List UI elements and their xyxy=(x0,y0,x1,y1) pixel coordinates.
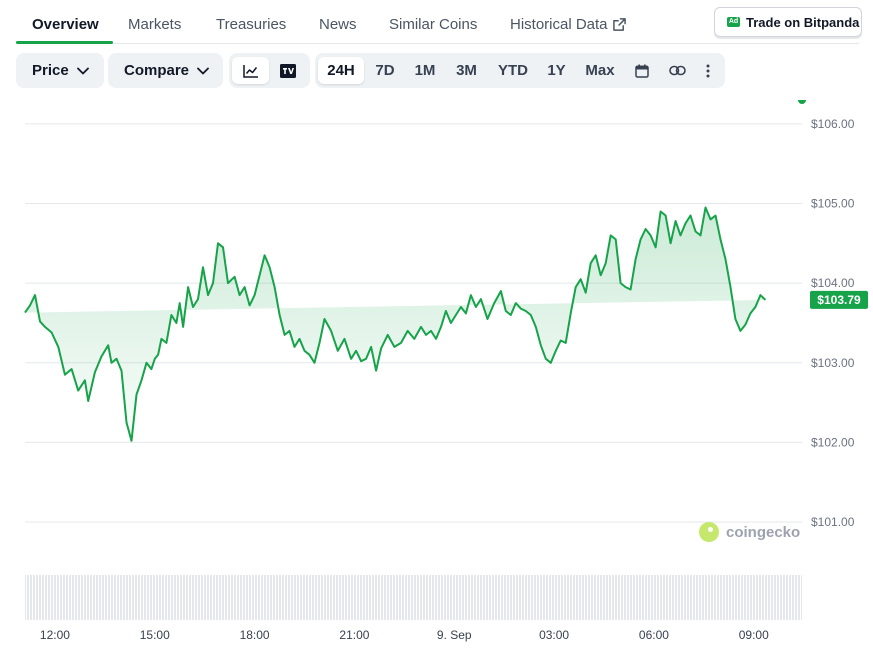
x-tick-label: 09:00 xyxy=(739,628,769,642)
tab-historical-data[interactable]: Historical Data xyxy=(510,16,626,33)
tab-active-indicator xyxy=(16,41,113,44)
price-dropdown[interactable]: Price xyxy=(16,53,104,88)
x-tick-label: 18:00 xyxy=(240,628,270,642)
y-tick-label: $101.00 xyxy=(811,515,855,529)
timeframe-ytd[interactable]: YTD xyxy=(491,57,535,84)
y-tick-label: $102.00 xyxy=(811,435,855,449)
x-tick-label: 21:00 xyxy=(339,628,369,642)
line-chart-icon xyxy=(242,64,258,78)
price-dropdown-label: Price xyxy=(32,62,69,79)
chevron-down-icon xyxy=(76,67,89,74)
x-tick-label: 9. Sep xyxy=(437,628,472,642)
volume-bars xyxy=(25,575,802,620)
current-price-label: $103.79 xyxy=(817,293,861,307)
tab-markets[interactable]: Markets xyxy=(128,16,181,33)
x-tick-label: 06:00 xyxy=(639,628,669,642)
link-icon xyxy=(668,65,686,76)
timeframe-24h[interactable]: 24H xyxy=(318,57,364,84)
chart-mode-toggle xyxy=(229,53,310,88)
tab-similar-coins[interactable]: Similar Coins xyxy=(389,16,477,33)
date-range-button[interactable] xyxy=(627,57,657,84)
ad-badge: Ad xyxy=(727,17,740,27)
y-tick-label: $104.00 xyxy=(811,276,855,290)
timeframe-1m[interactable]: 1M xyxy=(407,57,443,84)
watermark-label: coingecko xyxy=(726,523,801,541)
more-options-button[interactable] xyxy=(697,57,719,84)
trade-on-bitpanda-label: Trade on Bitpanda xyxy=(746,14,860,30)
tradingview-mode-button[interactable] xyxy=(269,57,306,84)
timeframe-7d[interactable]: 7D xyxy=(368,57,402,84)
current-price-dot xyxy=(798,100,806,104)
tradingview-icon xyxy=(279,63,296,78)
chevron-down-icon xyxy=(197,67,209,74)
x-tick-label: 15:00 xyxy=(140,628,170,642)
more-icon xyxy=(706,64,710,77)
price-chart[interactable]: $106.00 $105.00 $104.00 $103.00 $102.00 $101.… xyxy=(0,100,873,650)
timeframe-1y[interactable]: 1Y xyxy=(541,57,572,84)
share-link-button[interactable] xyxy=(661,57,693,84)
external-link-icon xyxy=(612,18,626,31)
timeframe-max[interactable]: Max xyxy=(578,57,622,84)
tab-treasuries[interactable]: Treasuries xyxy=(216,16,286,33)
coingecko-watermark: coingecko xyxy=(699,522,800,542)
timeframe-3m[interactable]: 3M xyxy=(448,57,485,84)
y-tick-label: $105.00 xyxy=(811,197,855,211)
tab-news[interactable]: News xyxy=(319,16,357,33)
tab-historical-data-label: Historical Data xyxy=(510,16,608,33)
timeframe-bar: 24H 7D 1M 3M YTD 1Y Max xyxy=(315,53,725,88)
x-tick-label: 03:00 xyxy=(539,628,569,642)
line-chart-mode-button[interactable] xyxy=(232,57,269,84)
x-tick-label: 12:00 xyxy=(40,628,70,642)
y-tick-label: $103.00 xyxy=(811,356,855,370)
compare-dropdown[interactable]: Compare xyxy=(108,53,223,88)
calendar-icon xyxy=(635,64,649,78)
tab-overview[interactable]: Overview xyxy=(32,16,99,33)
compare-dropdown-label: Compare xyxy=(124,62,190,79)
coingecko-logo-icon xyxy=(699,522,719,542)
trade-on-bitpanda-button[interactable]: Ad Trade on Bitpanda xyxy=(714,7,862,37)
y-tick-label: $106.00 xyxy=(811,117,855,131)
